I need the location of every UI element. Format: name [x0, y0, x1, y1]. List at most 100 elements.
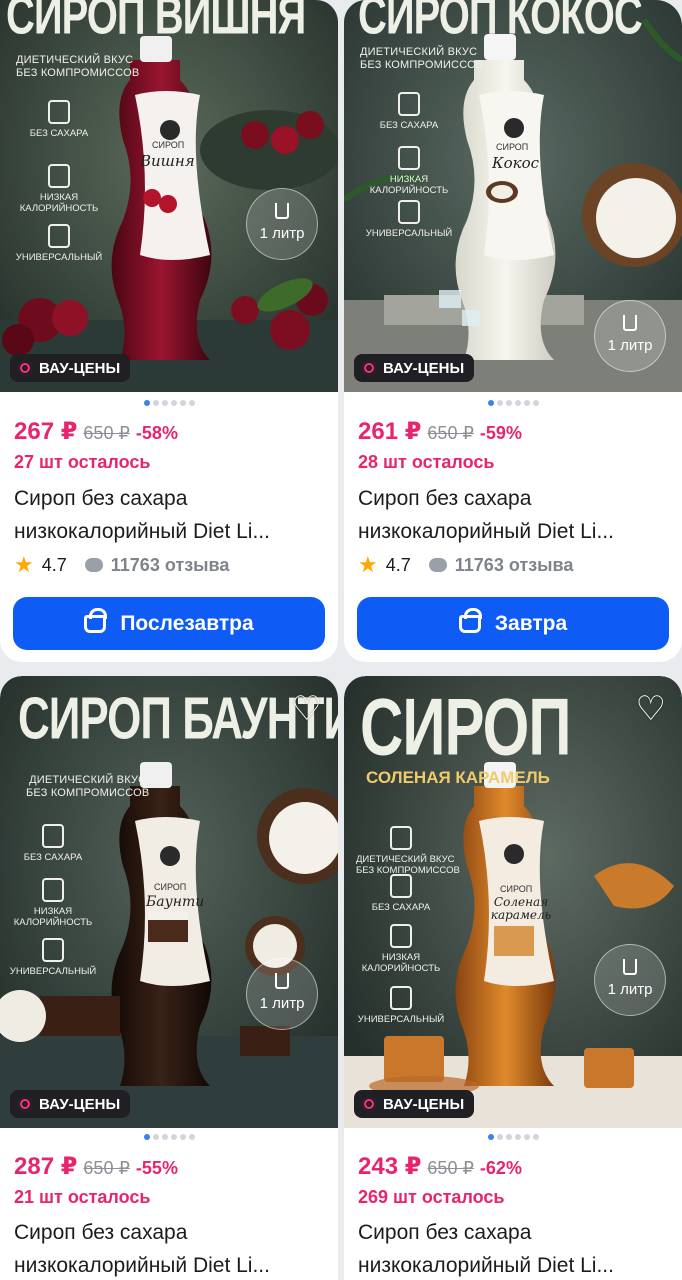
- product-card[interactable]: СИРОП КОКОС ДИЕТИЧЕСКИЙ ВКУС БЕЗ КОМПРОМ…: [344, 0, 682, 662]
- rating-row[interactable]: ★ 4.7 11763 отзыва: [14, 552, 229, 578]
- measuring-cup-icon: [623, 315, 637, 331]
- title-line-1: Сироп без сахара: [14, 487, 188, 510]
- rating-row[interactable]: ★ 4.7 11763 отзыва: [358, 552, 573, 578]
- add-to-cart-button[interactable]: Завтра: [357, 597, 669, 650]
- bottle-label-top: СИРОП: [152, 140, 185, 150]
- stock-left: 28 шт осталось: [358, 452, 495, 472]
- product-card[interactable]: СИРОП ВИШНЯ ДИЕТИЧЕСКИЙ ВКУС БЕЗ КОМПРОМ…: [0, 0, 338, 662]
- measuring-cup-icon: [275, 203, 289, 219]
- no-sugar-icon: [42, 824, 64, 848]
- favorite-heart-icon[interactable]: ♡: [292, 692, 322, 726]
- feature-label: БЕЗ САХАРА: [29, 128, 89, 139]
- feather-icon: [390, 924, 412, 948]
- title-line-1: Сироп без сахара: [14, 1221, 188, 1244]
- bottle-label-top: СИРОП: [496, 142, 529, 152]
- no-sugar-icon: [398, 92, 420, 116]
- feature-label: НИЗКАЯ КАЛОРИЙНОСТЬ: [13, 906, 93, 928]
- discount: -59%: [479, 423, 522, 443]
- product-image[interactable]: СИРОП БАУНТИ ДИЕТИЧЕСКИЙ ВКУС БЕЗ КОМПРО…: [0, 676, 338, 1128]
- bottle-label-name: Баунти: [146, 894, 205, 910]
- feature-low-calorie: НИЗКАЯ КАЛОРИЙНОСТЬ: [8, 878, 98, 928]
- feather-icon: [42, 878, 64, 902]
- product-card[interactable]: СИРОП БАУНТИ ДИЕТИЧЕСКИЙ ВКУС БЕЗ КОМПРО…: [0, 676, 338, 1280]
- feature-label: БЕЗ САХАРА: [379, 120, 439, 131]
- feature-universal: УНИВЕРСАЛЬНЫЙ: [364, 200, 454, 239]
- product-image[interactable]: СИРОП СОЛЕНАЯ КАРАМЕЛЬ ДИЕТИЧЕСКИЙ ВКУС …: [344, 676, 682, 1128]
- image-pager[interactable]: [344, 1134, 682, 1140]
- feature-low-calorie: НИЗКАЯ КАЛОРИЙНОСТЬ: [364, 146, 454, 196]
- volume-label: 1 литр: [607, 981, 653, 998]
- measuring-cup-icon: [623, 959, 637, 975]
- promo-badge-label: ВАУ-ЦЕНЫ: [39, 359, 121, 377]
- old-price: 650 ₽: [83, 1158, 130, 1178]
- rating-value: 4.7: [41, 554, 67, 575]
- banner-subtitle: ДИЕТИЧЕСКИЙ ВКУС БЕЗ КОМПРОМИССОВ: [16, 54, 140, 79]
- feature-no-sugar: БЕЗ САХАРА: [14, 100, 104, 139]
- product-image[interactable]: СИРОП КОКОС ДИЕТИЧЕСКИЙ ВКУС БЕЗ КОМПРОМ…: [344, 0, 682, 392]
- stock-left: 21 шт осталось: [14, 1187, 151, 1207]
- feather-icon: [398, 146, 420, 170]
- banner-title: СИРОП: [360, 681, 571, 772]
- feature-low-calorie: НИЗКАЯ КАЛОРИЙНОСТЬ: [356, 924, 446, 974]
- star-icon: ★: [358, 552, 378, 577]
- feature-no-sugar: БЕЗ САХАРА: [8, 824, 98, 863]
- feature-label: БЕЗ САХАРА: [371, 902, 431, 913]
- product-title[interactable]: Сироп без сахара низкокалорийный Diet Li…: [358, 1216, 670, 1280]
- measuring-cup-icon: [275, 973, 289, 989]
- product-image[interactable]: СИРОП ВИШНЯ ДИЕТИЧЕСКИЙ ВКУС БЕЗ КОМПРОМ…: [0, 0, 338, 392]
- price-row: 243 ₽ 650 ₽ -62%: [358, 1152, 522, 1181]
- comment-icon: [428, 558, 447, 572]
- shaker-icon: [48, 224, 70, 248]
- delivery-label: Послезавтра: [120, 611, 254, 635]
- reviews-count: 11763 отзыва: [110, 554, 230, 575]
- feature-label: ДИЕТИЧЕСКИЙ ВКУС БЕЗ КОМПРОМИССОВ: [356, 854, 460, 876]
- feature-label: УНИВЕРСАЛЬНЫЙ: [9, 966, 97, 977]
- volume-badge: 1 литр: [246, 188, 318, 260]
- promo-badge: ВАУ-ЦЕНЫ: [10, 1090, 131, 1118]
- volume-label: 1 литр: [259, 225, 305, 242]
- basket-icon: [84, 607, 108, 633]
- comment-icon: [84, 558, 103, 572]
- delivery-label: Завтра: [494, 611, 568, 635]
- feature-diet-taste: ДИЕТИЧЕСКИЙ ВКУС БЕЗ КОМПРОМИССОВ: [356, 826, 460, 876]
- bottle-label-name: Соленая карамель: [490, 895, 552, 922]
- promo-badge-label: ВАУ-ЦЕНЫ: [39, 1095, 121, 1113]
- feature-low-calorie: НИЗКАЯ КАЛОРИЙНОСТЬ: [14, 164, 104, 214]
- image-pager[interactable]: [0, 1134, 338, 1140]
- volume-label: 1 литр: [259, 995, 305, 1012]
- product-title[interactable]: Сироп без сахара низкокалорийный Diet Li…: [358, 482, 670, 548]
- title-line-2: низкокалорийный Diet Li...: [358, 1254, 614, 1277]
- banner-title: СИРОП ВИШНЯ: [6, 0, 306, 46]
- feature-universal: УНИВЕРСАЛЬНЫЙ: [8, 938, 98, 977]
- product-card[interactable]: СИРОП СОЛЕНАЯ КАРАМЕЛЬ ДИЕТИЧЕСКИЙ ВКУС …: [344, 676, 682, 1280]
- promo-star-icon: [18, 361, 32, 375]
- bottle-label-name: Вишня: [140, 152, 195, 170]
- promo-badge: ВАУ-ЦЕНЫ: [10, 354, 131, 382]
- feature-label: НИЗКАЯ КАЛОРИЙНОСТЬ: [19, 192, 99, 214]
- rating-value: 4.7: [385, 554, 411, 575]
- promo-star-icon: [362, 361, 376, 375]
- reviews-count: 11763 отзыва: [454, 554, 574, 575]
- banner-title: СИРОП БАУНТИ: [18, 686, 338, 753]
- promo-star-icon: [18, 1097, 32, 1111]
- image-pager[interactable]: [0, 400, 338, 406]
- product-title[interactable]: Сироп без сахара низкокалорийный Diet Li…: [14, 482, 326, 548]
- product-title[interactable]: Сироп без сахара низкокалорийный Diet Li…: [14, 1216, 326, 1280]
- current-price: 287 ₽: [14, 1153, 78, 1180]
- old-price: 650 ₽: [427, 423, 474, 443]
- title-line-2: низкокалорийный Diet Li...: [358, 520, 614, 543]
- promo-star-icon: [362, 1097, 376, 1111]
- image-pager[interactable]: [344, 400, 682, 406]
- current-price: 243 ₽: [358, 1153, 422, 1180]
- add-to-cart-button[interactable]: Послезавтра: [13, 597, 325, 650]
- feature-label: УНИВЕРСАЛЬНЫЙ: [365, 228, 453, 239]
- price-row: 261 ₽ 650 ₽ -59%: [358, 417, 522, 446]
- promo-badge: ВАУ-ЦЕНЫ: [354, 1090, 475, 1118]
- favorite-heart-icon[interactable]: ♡: [636, 692, 666, 726]
- current-price: 267 ₽: [14, 418, 78, 445]
- banner-subtitle: ДИЕТИЧЕСКИЙ ВКУС БЕЗ КОМПРОМИССОВ: [26, 774, 150, 799]
- banner-subtitle-flavor: СОЛЕНАЯ КАРАМЕЛЬ: [366, 768, 550, 787]
- no-sugar-icon: [390, 826, 412, 850]
- old-price: 650 ₽: [83, 423, 130, 443]
- title-line-2: низкокалорийный Diet Li...: [14, 1254, 270, 1277]
